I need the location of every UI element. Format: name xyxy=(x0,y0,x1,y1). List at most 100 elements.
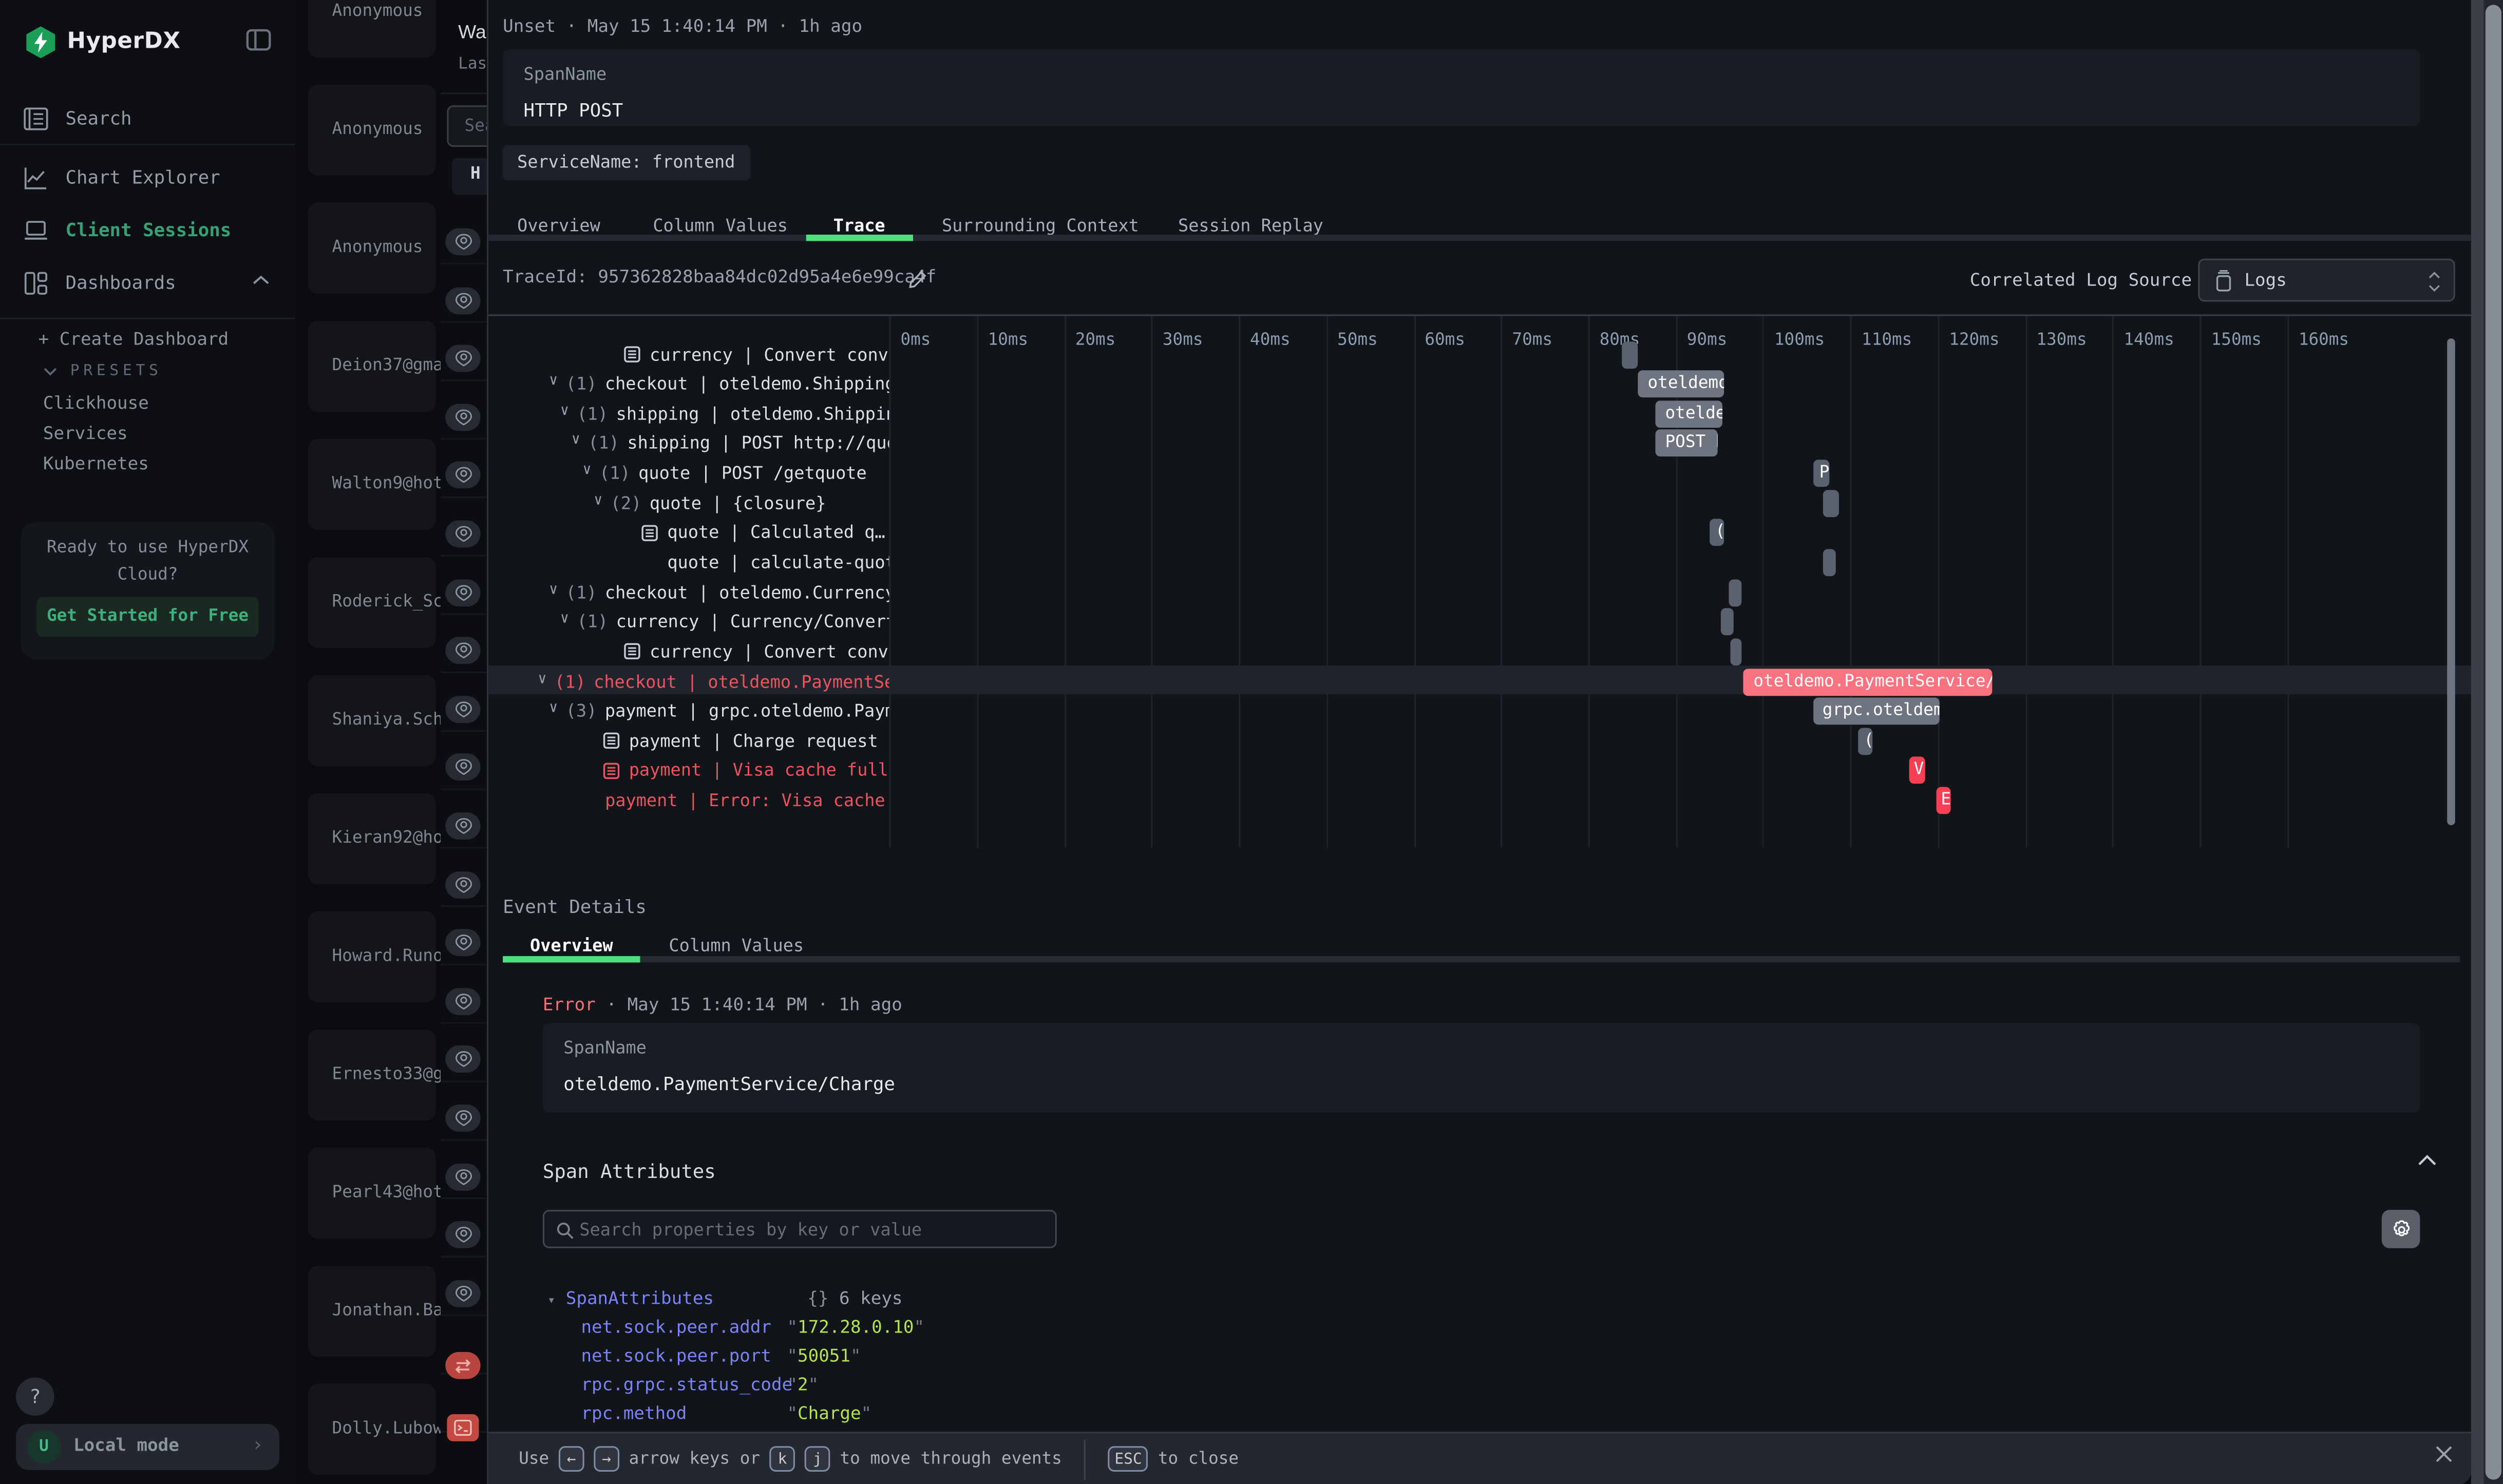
trace-span-row[interactable]: ∨(2)quote | {closure} xyxy=(488,488,889,518)
trace-span-row[interactable]: currency | Convert convers… xyxy=(488,637,889,667)
tab-trace[interactable]: Trace xyxy=(833,216,885,236)
arrow-right-key[interactable]: → xyxy=(594,1446,619,1472)
chevron-down-icon[interactable]: ∨ xyxy=(549,582,558,598)
trace-span-row[interactable]: payment | Error: Visa cache ful… xyxy=(488,786,889,815)
attribute-value[interactable]: "Charge" xyxy=(787,1403,871,1423)
replay-event-button[interactable] xyxy=(445,754,480,781)
replay-event-button[interactable] xyxy=(445,1222,480,1249)
get-started-button[interactable]: Get Started for Free xyxy=(36,597,258,637)
arrow-left-key[interactable]: ← xyxy=(559,1446,584,1472)
trace-span-row[interactable]: ∨(1)checkout | oteldemo.ShippingSe… xyxy=(488,369,889,399)
service-name-chip[interactable]: ServiceName: frontend xyxy=(503,145,749,180)
trace-span-row[interactable]: payment | Charge request rec… xyxy=(488,726,889,756)
sidebar-collapse-icon[interactable] xyxy=(246,29,272,51)
replay-event-button[interactable] xyxy=(445,520,480,547)
chevron-down-icon[interactable]: ∨ xyxy=(538,671,547,687)
trace-span-row[interactable]: ∨(1)checkout | oteldemo.CurrencySe… xyxy=(488,578,889,607)
presets-toggle[interactable]: PRESETS xyxy=(43,363,162,380)
k-key[interactable]: k xyxy=(770,1446,795,1472)
chevron-down-icon[interactable]: ∨ xyxy=(572,433,580,449)
attributes-search-input[interactable]: Search properties by key or value xyxy=(543,1210,1057,1248)
replay-event-button[interactable] xyxy=(445,287,480,314)
session-card[interactable]: Anonymous xyxy=(308,85,436,176)
session-card[interactable]: Roderick_Schamberger xyxy=(308,557,436,648)
underlay-search-input[interactable]: Sea xyxy=(447,105,487,147)
trace-span-row[interactable]: currency | Convert convers… xyxy=(488,339,889,369)
trace-span-row[interactable]: ∨(1)shipping | POST http://quo… xyxy=(488,429,889,459)
trace-span-row[interactable]: ∨(1)currency | Currency/Convert xyxy=(488,607,889,637)
attribute-key[interactable]: rpc.method xyxy=(581,1403,687,1423)
span-duration-bar[interactable] xyxy=(1823,490,1838,517)
local-mode-menu[interactable]: U Local mode › xyxy=(16,1424,279,1470)
span-duration-bar[interactable]: oteldemo. xyxy=(1638,371,1724,398)
collapse-section-icon[interactable] xyxy=(2417,1154,2437,1167)
event-tab-column-values[interactable]: Column Values xyxy=(669,936,804,956)
replay-event-button[interactable] xyxy=(445,987,480,1015)
span-duration-bar[interactable]: E xyxy=(1936,787,1951,814)
session-card[interactable]: Pearl43@hotmail xyxy=(308,1148,436,1239)
sidebar-item-chart-explorer[interactable]: Chart Explorer xyxy=(0,157,295,198)
chevron-down-icon[interactable]: ∨ xyxy=(560,612,569,627)
span-duration-bar[interactable] xyxy=(1731,638,1742,665)
chevron-down-icon[interactable]: ∨ xyxy=(594,493,602,509)
preset-services[interactable]: Services xyxy=(43,423,128,444)
span-duration-bar[interactable] xyxy=(1622,341,1638,368)
span-duration-bar[interactable]: otelder xyxy=(1656,401,1723,428)
waterfall-scrollbar-thumb[interactable] xyxy=(2447,338,2455,825)
trace-span-row[interactable]: ∨(3)payment | grpc.oteldemo.Paymen… xyxy=(488,696,889,726)
window-scrollbar[interactable] xyxy=(2484,0,2503,1484)
replay-event-button[interactable] xyxy=(445,696,480,723)
replay-event-button[interactable] xyxy=(445,1046,480,1073)
window-scrollbar-thumb[interactable] xyxy=(2486,5,2501,1479)
tab-overview[interactable]: Overview xyxy=(517,216,600,236)
attribute-key[interactable]: net.sock.peer.addr xyxy=(581,1317,771,1337)
tab-session-replay[interactable]: Session Replay xyxy=(1178,216,1323,236)
chevron-down-icon[interactable]: ∨ xyxy=(560,404,569,420)
session-card[interactable]: Ernesto33@gmail xyxy=(308,1030,436,1120)
trace-span-row[interactable]: payment | Visa cache full: c… xyxy=(488,756,889,786)
replay-event-button[interactable] xyxy=(445,1280,480,1307)
j-key[interactable]: j xyxy=(805,1446,830,1472)
close-icon[interactable] xyxy=(2433,1443,2455,1466)
chevron-down-icon[interactable]: ∨ xyxy=(549,701,558,717)
attribute-value[interactable]: "50051" xyxy=(787,1345,861,1366)
chevron-down-icon[interactable]: ∨ xyxy=(583,463,592,479)
attribute-key[interactable]: net.sock.peer.port xyxy=(581,1345,771,1366)
session-card[interactable]: Shaniya.Schiller xyxy=(308,675,436,766)
session-card[interactable]: Deion37@gmail xyxy=(308,321,436,412)
session-card[interactable]: Howard.Runolfsdottir xyxy=(308,911,436,1002)
span-duration-bar[interactable]: P xyxy=(1813,460,1829,487)
session-card[interactable]: Dolly.Lubowitz xyxy=(308,1384,436,1475)
chevron-up-icon[interactable] xyxy=(252,275,270,286)
attribute-value[interactable]: "2" xyxy=(787,1374,819,1395)
trace-span-row[interactable]: ∨(1)checkout | oteldemo.PaymentServi… xyxy=(488,667,889,696)
span-duration-bar[interactable]: V xyxy=(1909,757,1925,785)
chevron-down-icon[interactable]: ∨ xyxy=(549,374,558,390)
error-event-terminal-button[interactable] xyxy=(447,1414,479,1441)
trace-span-row[interactable]: ∨(1)quote | POST /getquote xyxy=(488,459,889,488)
help-button[interactable]: ? xyxy=(16,1378,54,1416)
span-duration-bar[interactable]: POST h xyxy=(1656,430,1718,458)
span-duration-bar[interactable] xyxy=(1728,579,1741,606)
create-dashboard-button[interactable]: + Create Dashboard xyxy=(39,329,229,349)
attributes-settings-button[interactable] xyxy=(2382,1210,2420,1248)
span-duration-bar[interactable]: ( xyxy=(1857,728,1872,755)
replay-event-button[interactable] xyxy=(445,1163,480,1190)
replay-event-button[interactable] xyxy=(445,929,480,957)
underlay-chip[interactable]: H xyxy=(452,158,487,195)
error-event-swap-button[interactable] xyxy=(445,1352,480,1379)
attribute-key[interactable]: rpc.grpc.status_code xyxy=(581,1374,792,1395)
preset-kubernetes[interactable]: Kubernetes xyxy=(43,453,149,474)
span-duration-bar[interactable] xyxy=(1721,608,1734,636)
span-duration-bar[interactable]: ( xyxy=(1709,519,1725,546)
replay-event-button[interactable] xyxy=(445,345,480,372)
trace-span-row[interactable]: ∨(1)shipping | oteldemo.Shipping… xyxy=(488,399,889,429)
replay-event-button[interactable] xyxy=(445,871,480,898)
replay-event-button[interactable] xyxy=(445,579,480,606)
span-duration-bar[interactable]: oteldemo.PaymentService/Char xyxy=(1744,668,1993,695)
session-card[interactable]: Anonymous xyxy=(308,203,436,294)
tab-column-values[interactable]: Column Values xyxy=(653,216,788,236)
tab-surrounding-context[interactable]: Surrounding Context xyxy=(942,216,1139,236)
replay-event-button[interactable] xyxy=(445,637,480,664)
session-card[interactable]: Kieran92@hotmail xyxy=(308,793,436,884)
